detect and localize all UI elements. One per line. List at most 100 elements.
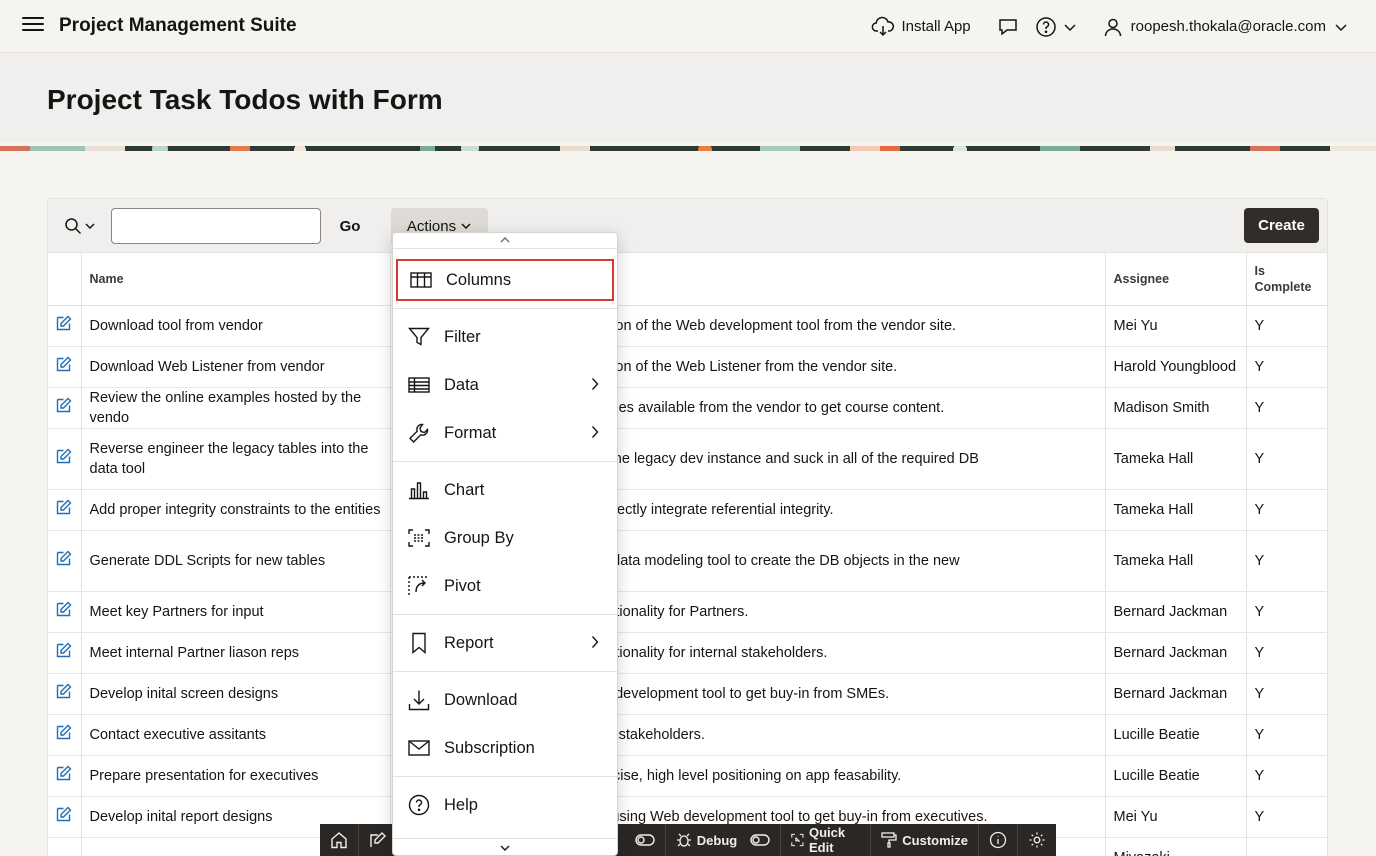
name-cell: Meet internal Partner liason reps <box>81 632 391 674</box>
columns-icon <box>409 268 433 292</box>
hamburger-menu-icon[interactable] <box>22 17 44 35</box>
go-button[interactable]: Go <box>330 208 370 244</box>
name-cell: Add proper integrity constraints to the … <box>81 489 391 531</box>
edit-page-icon <box>370 832 386 847</box>
is-complete-cell: Y <box>1246 387 1329 429</box>
column-header-name[interactable]: Name <box>81 253 391 306</box>
assignee-cell: Bernard Jackman <box>1105 673 1247 715</box>
menu-item-filter[interactable]: Filter <box>393 315 617 359</box>
dev-debug-button[interactable]: Debug <box>666 824 782 856</box>
is-complete-cell: Y <box>1246 755 1329 797</box>
menu-item-report[interactable]: Report <box>393 621 617 665</box>
group-by-icon <box>407 526 431 550</box>
edit-icon[interactable] <box>56 642 72 664</box>
edit-icon[interactable] <box>56 601 72 623</box>
interactive-report-region: Go Actions Create Name Assignee Is Compl… <box>47 198 1329 856</box>
edit-cell <box>48 714 82 756</box>
assignee-cell: Harold Youngblood <box>1105 346 1247 388</box>
pivot-icon <box>407 574 431 598</box>
table-row: Prepare presentation for executives deliv… <box>48 755 1329 797</box>
decorative-banner <box>0 142 1376 151</box>
table-row: Reverse engineer the legacy tables into … <box>48 428 1329 490</box>
table-row: Develop inital screen designs ns using We… <box>48 673 1329 715</box>
edit-icon[interactable] <box>56 724 72 746</box>
menu-item-chart[interactable]: Chart <box>393 468 617 512</box>
dev-home-button[interactable] <box>320 824 359 856</box>
paint-roller-icon <box>881 832 897 848</box>
edit-cell <box>48 489 82 531</box>
is-complete-cell: Y <box>1246 632 1329 674</box>
is-complete-cell: Y <box>1246 305 1329 347</box>
dev-info-button[interactable] <box>979 824 1018 856</box>
menu-item-format[interactable]: Format <box>393 411 617 455</box>
table-row: Download tool from vendor available versi… <box>48 305 1329 347</box>
menu-scroll-up[interactable] <box>393 233 617 247</box>
column-header-is-complete[interactable]: Is Complete <box>1246 253 1329 306</box>
dev-toggle[interactable] <box>633 824 666 856</box>
menu-item-help[interactable]: Help <box>393 783 617 827</box>
user-menu-button[interactable]: roopesh.thokala@oracle.com <box>1103 17 1348 37</box>
user-icon <box>1104 18 1121 36</box>
edit-icon[interactable] <box>56 550 72 572</box>
assignee-cell: Lucille Beatie <box>1105 755 1247 797</box>
menu-item-group-by[interactable]: Group By <box>393 516 617 560</box>
edit-icon[interactable] <box>56 397 72 419</box>
is-complete-cell: Y <box>1246 489 1329 531</box>
menu-item-data[interactable]: Data <box>393 363 617 407</box>
toggle-icon <box>750 834 770 846</box>
chevron-right-icon <box>591 378 599 390</box>
search-column-selector[interactable] <box>64 217 96 235</box>
dev-debug-label: Debug <box>696 832 738 848</box>
edit-icon[interactable] <box>56 356 72 378</box>
is-complete-cell: Y <box>1246 530 1329 592</box>
menu-item-label: Group By <box>444 528 514 547</box>
app-title[interactable]: Project Management Suite <box>59 15 297 37</box>
menu-scroll-down[interactable] <box>393 841 617 855</box>
assignee-cell: Tameka Hall <box>1105 428 1247 490</box>
assignee-cell: Miyazaki <box>1105 837 1247 856</box>
menu-item-label: Chart <box>444 480 485 499</box>
dev-settings-button[interactable] <box>1018 824 1056 856</box>
table-row: Meet internal Partner liason reps importa… <box>48 632 1329 674</box>
name-cell: Contact executive assitants <box>81 714 391 756</box>
dev-customize-button[interactable]: Customize <box>871 824 979 856</box>
assignee-cell: Mei Yu <box>1105 305 1247 347</box>
menu-item-download[interactable]: Download <box>393 678 617 722</box>
edit-icon[interactable] <box>56 806 72 828</box>
menu-item-pivot[interactable]: Pivot <box>393 564 617 608</box>
name-cell: Prepare presentation for executives <box>81 755 391 797</box>
edit-icon[interactable] <box>56 499 72 521</box>
assignee-cell: Bernard Jackman <box>1105 632 1247 674</box>
name-cell: Download Web Listener from vendor <box>81 346 391 388</box>
edit-icon[interactable] <box>56 315 72 337</box>
edit-icon[interactable] <box>56 683 72 705</box>
edit-cell <box>48 387 82 429</box>
column-header-assignee[interactable]: Assignee <box>1105 253 1247 306</box>
table-row: Download Web Listener from vendor availab… <box>48 346 1329 388</box>
edit-column-header <box>48 253 82 306</box>
menu-item-subscription[interactable]: Subscription <box>393 726 617 770</box>
help-menu-button[interactable] <box>1035 16 1077 38</box>
name-cell: Generate DDL Scripts for new tables <box>81 530 391 592</box>
search-input[interactable] <box>111 208 321 244</box>
is-complete-cell <box>1246 837 1329 856</box>
edit-icon[interactable] <box>56 448 72 470</box>
wrench-icon <box>407 421 431 445</box>
quick-edit-icon <box>791 833 804 847</box>
filter-icon <box>407 325 431 349</box>
name-cell: Download tool from vendor <box>81 305 391 347</box>
feedback-button[interactable] <box>997 17 1019 37</box>
chevron-right-icon <box>591 426 599 438</box>
create-button[interactable]: Create <box>1244 208 1319 243</box>
edit-cell <box>48 305 82 347</box>
table-row: Contact executive assitantsled for the k… <box>48 714 1329 756</box>
install-app-button[interactable]: Install App <box>871 16 971 38</box>
chevron-right-icon <box>591 636 599 648</box>
top-header: Project Management Suite Install App roo… <box>0 0 1376 53</box>
toggle-icon <box>635 834 655 846</box>
is-complete-cell: Y <box>1246 714 1329 756</box>
menu-item-columns[interactable]: Columns <box>395 258 615 302</box>
envelope-icon <box>407 736 431 760</box>
dev-quick-edit-button[interactable]: Quick Edit <box>781 824 872 856</box>
edit-icon[interactable] <box>56 765 72 787</box>
